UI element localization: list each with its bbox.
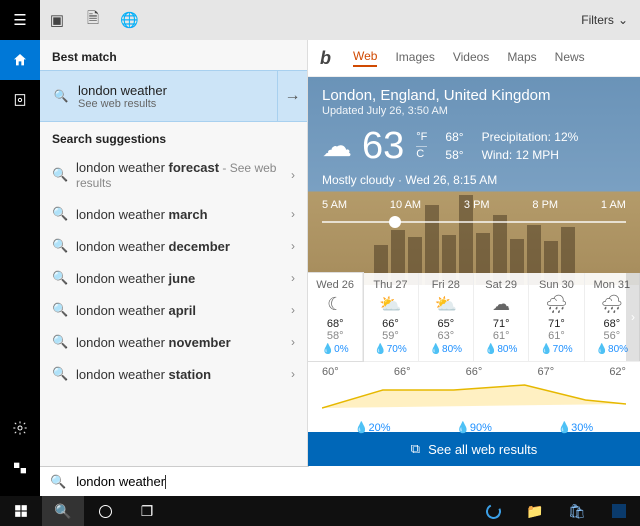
- weather-location: London, England, United Kingdom: [322, 87, 626, 104]
- chevron-right-icon: ›: [291, 271, 295, 285]
- best-match-open-icon[interactable]: →: [277, 70, 307, 122]
- search-icon: 🔍: [50, 89, 72, 103]
- suggestion-item[interactable]: 🔍 london weather forecast - See web resu…: [40, 152, 307, 198]
- chevron-right-icon: ›: [291, 168, 295, 182]
- suggestion-label: london weather march: [76, 207, 281, 222]
- results-toolbar: ▣ 🗎 🌐 Filters ⌄: [40, 0, 640, 40]
- search-icon: 🔍: [50, 474, 66, 490]
- documents-scope-icon[interactable]: 🗎: [84, 8, 102, 33]
- suggestion-label: london weather april: [76, 303, 281, 318]
- forecast-next-icon[interactable]: ›: [626, 273, 640, 361]
- suggestion-label: london weather forecast - See web result…: [76, 160, 281, 190]
- search-icon: 🔍: [52, 366, 66, 382]
- condition-text: Mostly cloudy · Wed 26, 8:15 AM: [322, 173, 626, 187]
- chevron-right-icon: ›: [291, 335, 295, 349]
- chevron-down-icon: ⌄: [618, 13, 628, 27]
- chevron-right-icon: ›: [291, 367, 295, 381]
- search-icon: 🔍: [52, 302, 66, 318]
- forecast-day[interactable]: Sat 29 ☁ 71° 61° 💧80%: [474, 273, 529, 361]
- apps-scope-icon[interactable]: ▣: [48, 11, 66, 29]
- weather-icon: ☾: [310, 294, 360, 315]
- precip-value: 12%: [554, 130, 578, 144]
- search-icon: 🔍: [52, 238, 66, 254]
- suggestion-item[interactable]: 🔍 london weather april ›: [40, 294, 307, 326]
- suggestion-item[interactable]: 🔍 london weather december ›: [40, 230, 307, 262]
- suggestion-label: london weather november: [76, 335, 281, 350]
- file-explorer-icon[interactable]: 📁: [514, 496, 556, 526]
- suggestion-item[interactable]: 🔍 london weather november ›: [40, 326, 307, 358]
- search-input[interactable]: london weather: [76, 474, 166, 490]
- notebook-icon[interactable]: [0, 80, 40, 120]
- chevron-right-icon: ›: [291, 207, 295, 221]
- chevron-right-icon: ›: [291, 303, 295, 317]
- bing-tab-images[interactable]: Images: [395, 50, 434, 66]
- forecast-day[interactable]: Wed 26 ☾ 68° 58° 💧0%: [308, 273, 363, 361]
- bing-tab-news[interactable]: News: [555, 50, 585, 66]
- app-icon[interactable]: [598, 496, 640, 526]
- bing-logo-icon: b: [320, 48, 331, 69]
- forecast-row: Wed 26 ☾ 68° 58° 💧0%Thu 27 ⛅ 66° 59° 💧70…: [308, 273, 640, 362]
- see-all-web-results-button[interactable]: ⧉ See all web results: [308, 432, 640, 466]
- filters-label: Filters: [581, 13, 614, 27]
- high-temp: 68°: [445, 128, 463, 146]
- weather-icon: 🌧: [531, 294, 581, 315]
- unit-toggle[interactable]: °F C: [416, 131, 427, 160]
- forecast-day[interactable]: Fri 28 ⛅ 65° 63° 💧80%: [419, 273, 474, 361]
- best-match-item[interactable]: 🔍 london weather See web results →: [40, 70, 307, 122]
- task-view-icon[interactable]: ❐: [126, 496, 168, 526]
- web-scope-icon[interactable]: 🌐: [120, 11, 138, 29]
- home-icon[interactable]: [0, 40, 40, 80]
- weather-icon: ⛅: [365, 294, 415, 315]
- bing-tabs: b Web Images Videos Maps News: [308, 40, 640, 77]
- wind-value: 12 MPH: [516, 148, 559, 162]
- search-icon: 🔍: [52, 270, 66, 286]
- temp-trend-chart: 60° 66° 66° 67° 62° 💧20% 💧90% 💧30%: [308, 362, 640, 432]
- suggestion-item[interactable]: 🔍 london weather march ›: [40, 198, 307, 230]
- menu-icon[interactable]: ☰: [0, 0, 40, 40]
- best-match-heading: Best match: [40, 40, 307, 70]
- bing-tab-videos[interactable]: Videos: [453, 50, 489, 66]
- search-icon: 🔍: [52, 334, 66, 350]
- low-temp: 58°: [445, 146, 463, 164]
- suggestion-label: london weather december: [76, 239, 281, 254]
- store-icon[interactable]: 🛍: [556, 496, 598, 526]
- suggestion-item[interactable]: 🔍 london weather station ›: [40, 358, 307, 390]
- feedback-icon[interactable]: [0, 448, 40, 488]
- hourly-timeline[interactable]: 5 AM10 AM3 PM8 PM1 AM: [322, 199, 626, 233]
- search-results-column: Best match 🔍 london weather See web resu…: [40, 40, 308, 466]
- forecast-day[interactable]: Sun 30 🌧 71° 61° 💧70%: [529, 273, 584, 361]
- weather-icon: ☁: [476, 294, 526, 315]
- cortana-rail: ☰: [0, 0, 40, 496]
- current-temp: 63: [362, 127, 404, 165]
- bing-tab-maps[interactable]: Maps: [507, 50, 536, 66]
- suggestion-label: london weather station: [76, 367, 281, 382]
- cortana-icon[interactable]: [84, 496, 126, 526]
- weather-card: London, England, United Kingdom Updated …: [308, 77, 640, 285]
- cortana-search-bar[interactable]: 🔍 london weather: [40, 466, 309, 496]
- cloud-icon: ☁: [322, 129, 352, 164]
- taskbar-search-icon[interactable]: 🔍: [42, 496, 84, 526]
- taskbar: 🔍 ❐ 📁 🛍: [0, 496, 640, 526]
- open-icon: ⧉: [411, 441, 420, 457]
- forecast-day[interactable]: Thu 27 ⛅ 66° 59° 💧70%: [363, 273, 418, 361]
- suggestion-item[interactable]: 🔍 london weather june ›: [40, 262, 307, 294]
- best-match-title: london weather: [78, 83, 277, 98]
- chevron-right-icon: ›: [291, 239, 295, 253]
- search-icon: 🔍: [52, 206, 66, 222]
- cortana-panel: ▣ 🗎 🌐 Filters ⌄ Best match 🔍 london weat…: [40, 0, 640, 466]
- weather-icon: ⛅: [421, 294, 471, 315]
- filters-button[interactable]: Filters ⌄: [581, 13, 632, 27]
- suggestions-heading: Search suggestions: [40, 122, 307, 152]
- weather-updated: Updated July 26, 3:50 AM: [322, 105, 626, 117]
- search-icon: 🔍: [52, 167, 66, 183]
- timeline-knob[interactable]: [389, 216, 401, 228]
- edge-icon[interactable]: [472, 496, 514, 526]
- web-preview-column: b Web Images Videos Maps News London, En…: [308, 40, 640, 466]
- best-match-subtitle: See web results: [78, 98, 277, 110]
- suggestion-label: london weather june: [76, 271, 281, 286]
- bing-tab-web[interactable]: Web: [353, 49, 377, 67]
- settings-icon[interactable]: [0, 408, 40, 448]
- start-button[interactable]: [0, 496, 42, 526]
